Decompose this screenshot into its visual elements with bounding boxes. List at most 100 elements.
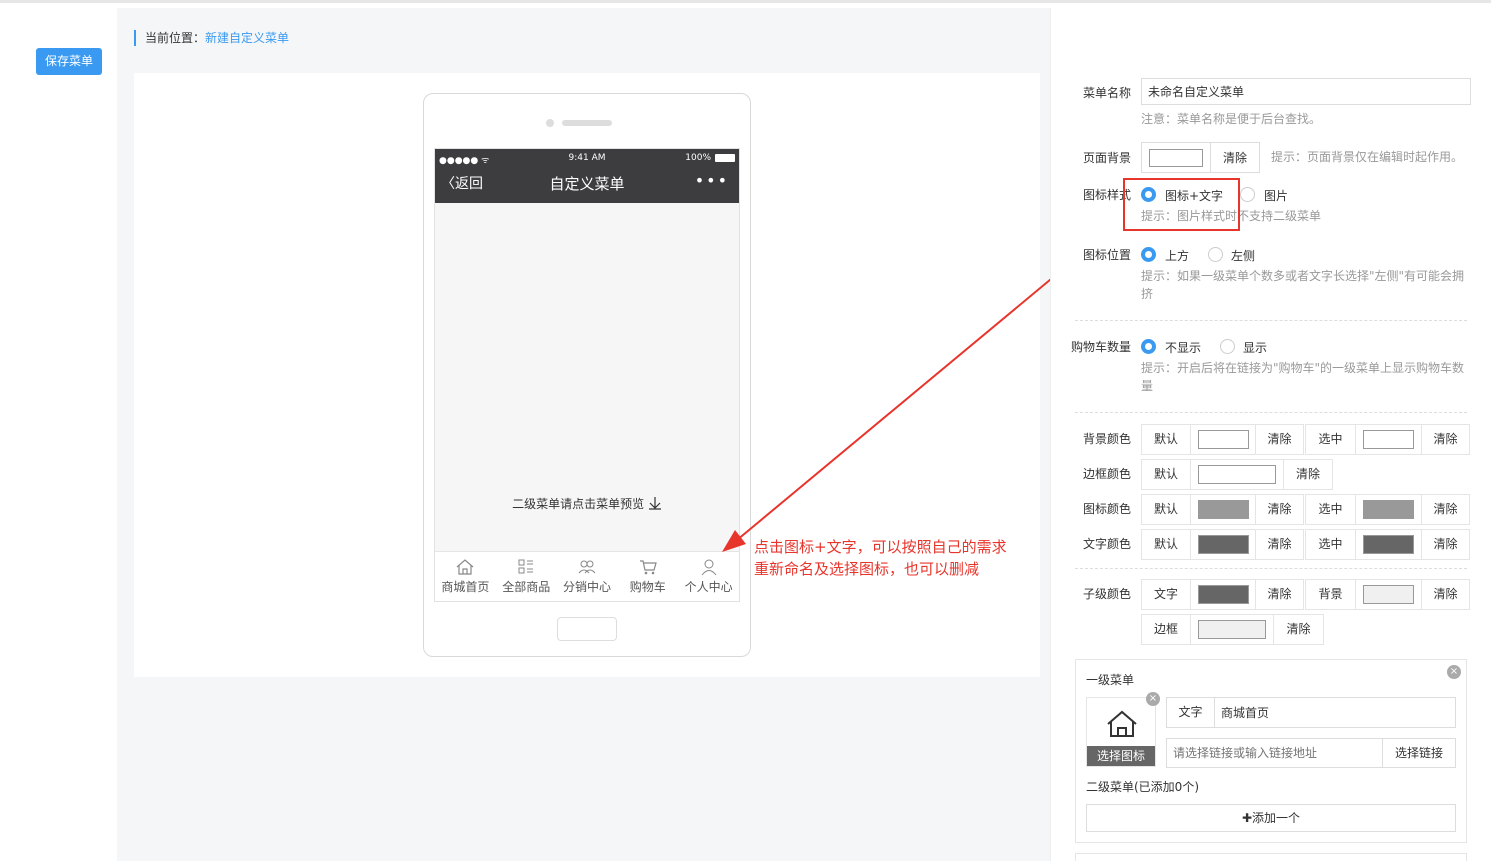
more-icon[interactable]: •••: [695, 171, 729, 190]
submenu-hint: 二级菜单请点击菜单预览: [435, 495, 739, 512]
tab-home[interactable]: 商城首页: [435, 552, 496, 601]
phone-navbar: ●●●●● ᯤ 9:41 AM 100% 〈返回 自定义菜单 •••: [435, 149, 739, 203]
child-border-clear-button[interactable]: 清除: [1273, 615, 1323, 644]
text-color-default-group: 默认 清除: [1141, 529, 1304, 560]
icon-color-clear-button[interactable]: 清除: [1255, 495, 1303, 524]
icon-style-option-label: 图片: [1264, 189, 1289, 203]
tab-label: 购物车: [629, 580, 666, 594]
tab-label: 分销中心: [562, 580, 611, 594]
left-column: [0, 3, 117, 861]
choose-link-button[interactable]: 选择链接: [1382, 738, 1456, 768]
cart-icon: [639, 560, 657, 575]
icon-color-selected-group: 选中 清除: [1305, 494, 1470, 525]
save-menu-button[interactable]: 保存菜单: [36, 48, 102, 75]
cart-count-radio-show[interactable]: [1220, 339, 1235, 354]
divider: [1075, 412, 1467, 413]
child-bg-color-group: 背景 清除: [1305, 579, 1470, 610]
plus-icon: ✚: [1241, 811, 1253, 825]
menu-name-label: 菜单名称: [1083, 86, 1132, 100]
menu-name-tip: 注意：菜单名称是便于后台查找。: [1141, 112, 1322, 126]
bg-color-clear-button[interactable]: 清除: [1255, 425, 1303, 454]
tab-all-products[interactable]: 全部商品: [496, 552, 557, 601]
cart-count-tip-1: 提示：开启后将在链接为"购物车"的一级菜单上显示购物车数: [1141, 361, 1465, 375]
divider: [1075, 320, 1467, 321]
child-text-color-group: 文字 清除: [1141, 579, 1304, 610]
child-text-swatch[interactable]: [1198, 585, 1249, 604]
text-color-clear-button[interactable]: 清除: [1255, 530, 1303, 559]
user-icon: [701, 559, 716, 576]
icon-color-label: 图标颜色: [1083, 502, 1132, 516]
bg-color-selected-swatch[interactable]: [1363, 430, 1414, 449]
annotation-text: 点击图标+文字，可以按照自己的需求 重新命名及选择图标，也可以删减: [754, 536, 1044, 580]
text-color-default-button[interactable]: 默认: [1142, 530, 1191, 559]
menu-link-input[interactable]: [1166, 738, 1383, 768]
breadcrumb-current[interactable]: 新建自定义菜单: [205, 31, 289, 45]
add-submenu-button[interactable]: ✚添加一个: [1086, 804, 1456, 832]
icon-color-selected-swatch[interactable]: [1363, 500, 1414, 519]
bg-color-selected-group: 选中 清除: [1305, 424, 1470, 455]
icon-position-radio-top[interactable]: [1141, 247, 1156, 262]
close-icon[interactable]: ×: [1146, 692, 1160, 706]
cart-count-radio-hide[interactable]: [1141, 339, 1156, 354]
icon-color-swatch[interactable]: [1198, 500, 1249, 519]
child-border-color-group: 边框 清除: [1141, 614, 1324, 645]
child-bg-clear-button[interactable]: 清除: [1421, 580, 1469, 609]
icon-color-default-button[interactable]: 默认: [1142, 495, 1191, 524]
submenu-hint-text: 二级菜单请点击菜单预览: [512, 497, 645, 511]
bg-color-default-button[interactable]: 默认: [1142, 425, 1191, 454]
page-bg-picker[interactable]: [1141, 142, 1211, 173]
text-color-swatch[interactable]: [1198, 535, 1249, 554]
bg-color-swatch[interactable]: [1198, 430, 1249, 449]
icon-position-tip-2: 挤: [1141, 287, 1154, 301]
icon-position-label: 图标位置: [1083, 248, 1132, 262]
submenu-count: 二级菜单(已添加0个): [1086, 780, 1199, 794]
child-border-swatch[interactable]: [1198, 620, 1266, 639]
breadcrumb: 当前位置：新建自定义菜单: [134, 30, 289, 46]
menu-text-input[interactable]: [1214, 697, 1456, 728]
page-bg-clear-button[interactable]: 清除: [1210, 142, 1260, 173]
phone-speaker: [562, 120, 612, 126]
annotation-line-2: 重新命名及选择图标，也可以删减: [754, 560, 980, 578]
tab-distribution[interactable]: 分销中心: [557, 552, 618, 601]
border-color-swatch[interactable]: [1198, 465, 1276, 484]
child-bg-swatch[interactable]: [1363, 585, 1414, 604]
border-color-default-button[interactable]: 默认: [1142, 460, 1191, 489]
child-bg-button[interactable]: 背景: [1306, 580, 1356, 609]
menu-item-card: 一级菜单 × 选择图标 × 文字 选择链接 二级菜单(已添加0个) ✚添加一个: [1075, 659, 1467, 843]
close-icon[interactable]: ×: [1447, 665, 1461, 679]
icon-position-radio-left[interactable]: [1208, 247, 1223, 262]
choose-icon-button[interactable]: 选择图标: [1087, 746, 1155, 766]
tab-profile[interactable]: 个人中心: [678, 552, 739, 601]
child-text-button[interactable]: 文字: [1142, 580, 1191, 609]
text-color-selected-button[interactable]: 选中: [1306, 530, 1356, 559]
bg-color-selected-clear-button[interactable]: 清除: [1421, 425, 1469, 454]
icon-position-option-label: 上方: [1165, 249, 1190, 263]
border-color-clear-button[interactable]: 清除: [1283, 460, 1332, 489]
icon-color-selected-button[interactable]: 选中: [1306, 495, 1356, 524]
phone-screen: ●●●●● ᯤ 9:41 AM 100% 〈返回 自定义菜单 ••• 二级菜单请…: [434, 148, 740, 602]
menu-card-title: 一级菜单: [1086, 673, 1135, 687]
tab-cart[interactable]: 购物车: [617, 552, 678, 601]
battery-icon: [715, 154, 735, 162]
icon-color-selected-clear-button[interactable]: 清除: [1421, 495, 1469, 524]
home-icon: [1107, 710, 1137, 737]
cart-count-label: 购物车数量: [1071, 340, 1132, 354]
icon-style-radio-image[interactable]: [1240, 187, 1255, 202]
bg-color-label: 背景颜色: [1083, 432, 1132, 446]
child-text-clear-button[interactable]: 清除: [1255, 580, 1303, 609]
phone-tabbar: 商城首页 全部商品 分销中心 购物车 个人中心: [435, 551, 739, 601]
grid-list-icon: [518, 559, 534, 574]
child-border-button[interactable]: 边框: [1142, 615, 1191, 644]
menu-name-input[interactable]: [1141, 78, 1471, 105]
text-color-selected-clear-button[interactable]: 清除: [1421, 530, 1469, 559]
bg-color-default-group: 默认 清除: [1141, 424, 1304, 455]
bg-color-selected-button[interactable]: 选中: [1306, 425, 1356, 454]
battery-text: 100%: [685, 153, 711, 163]
menu-icon-preview[interactable]: 选择图标: [1086, 697, 1156, 767]
border-color-group: 默认 清除: [1141, 459, 1333, 490]
text-color-selected-group: 选中 清除: [1305, 529, 1470, 560]
phone-title: 自定义菜单: [549, 175, 625, 193]
text-color-selected-swatch[interactable]: [1363, 535, 1414, 554]
tab-label: 商城首页: [441, 580, 490, 594]
phone-camera: [546, 119, 554, 127]
